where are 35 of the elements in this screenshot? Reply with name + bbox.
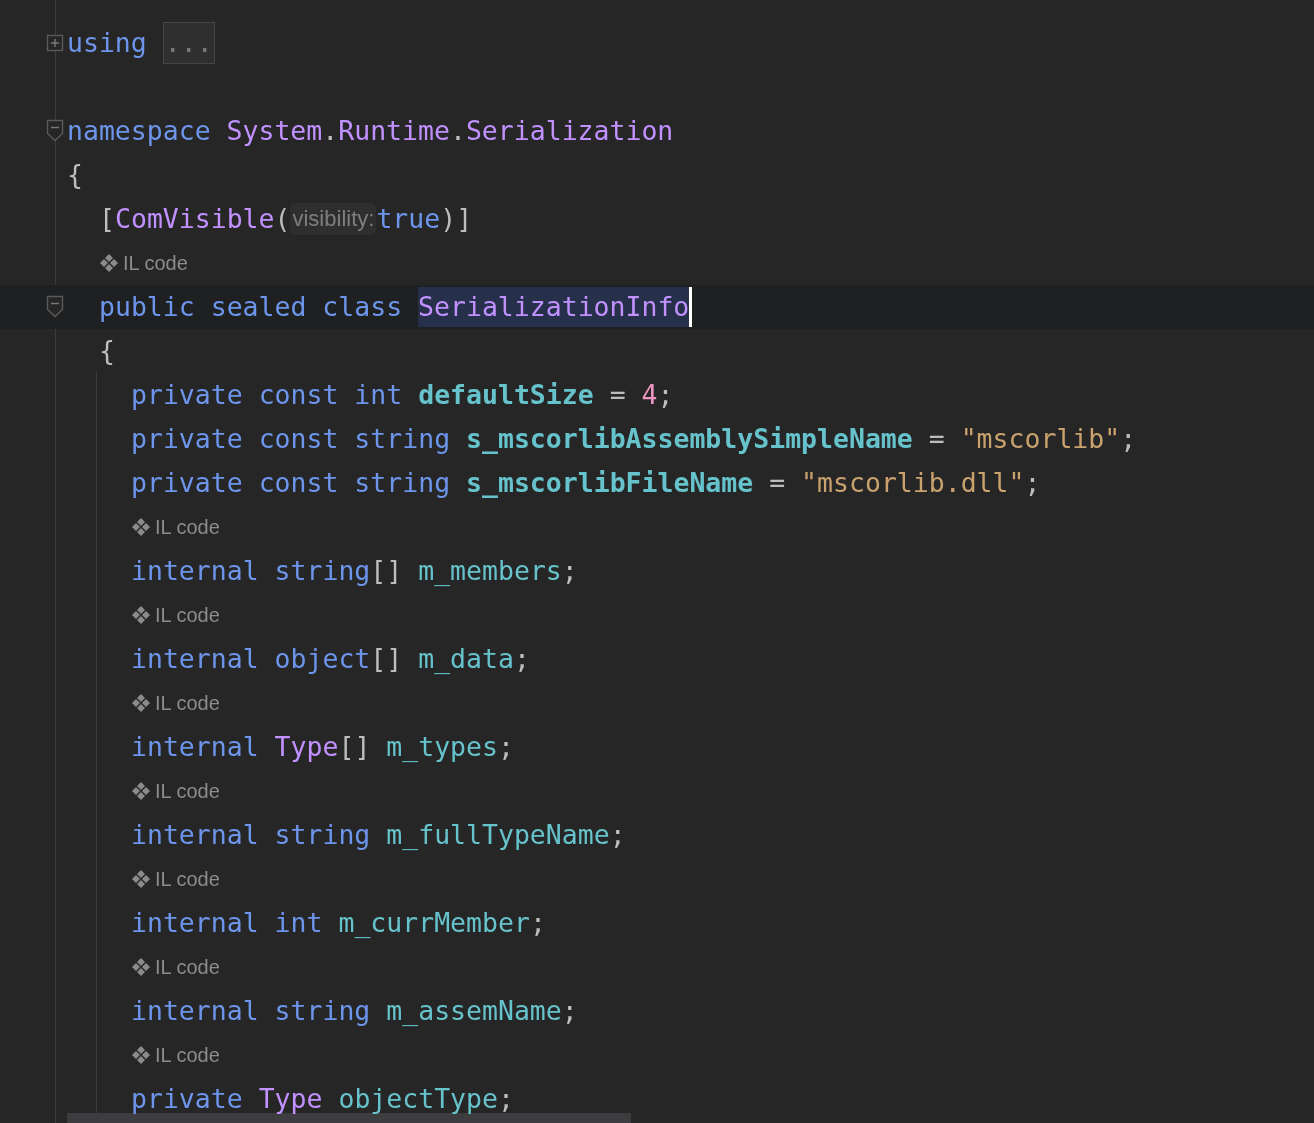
code-vision-link[interactable]: IL code <box>155 691 220 715</box>
four-diamonds-icon <box>131 605 151 625</box>
code-line: internal int m_currMember; <box>131 906 546 940</box>
code-vision-link[interactable]: IL code <box>155 515 220 539</box>
code-line: internal string[] m_members; <box>131 554 578 588</box>
code-line: internal string m_assemName; <box>131 994 578 1028</box>
four-diamonds-icon <box>131 957 151 977</box>
code-vision-link[interactable]: IL code <box>155 955 220 979</box>
code-line: internal object[] m_data; <box>131 642 530 676</box>
code-vision-link[interactable]: IL code <box>155 867 220 891</box>
fold-collapse-icon[interactable] <box>46 118 64 144</box>
code-line: internal string m_fullTypeName; <box>131 818 626 852</box>
fold-collapse-icon[interactable] <box>46 294 64 320</box>
code-line: namespace System.Runtime.Serialization <box>67 114 674 148</box>
four-diamonds-icon <box>99 253 119 273</box>
four-diamonds-icon <box>131 517 151 537</box>
code-vision-link[interactable]: IL code <box>155 779 220 803</box>
code-line: public sealed class SerializationInfo <box>99 287 693 327</box>
four-diamonds-icon <box>131 869 151 889</box>
code-vision-link[interactable]: IL code <box>155 603 220 627</box>
code-vision-link[interactable]: IL code <box>155 1043 220 1067</box>
code-line: internal Type[] m_types; <box>131 730 514 764</box>
code-line: using ... <box>67 22 215 64</box>
code-vision-link[interactable]: IL code <box>123 251 188 275</box>
horizontal-scrollbar[interactable] <box>67 1113 631 1123</box>
code-line: private const int defaultSize = 4; <box>131 378 674 412</box>
code-line: private const string s_mscorlibFileName = "mscorlib.dll"; <box>131 466 1041 500</box>
code-line: private Type objectType; <box>131 1082 514 1116</box>
four-diamonds-icon <box>131 1045 151 1065</box>
code-line: private const string s_mscorlibAssemblySimpleName = "mscorlib"; <box>131 422 1137 456</box>
code-line: [ComVisible(visibility:true)] <box>99 202 473 237</box>
four-diamonds-icon <box>131 781 151 801</box>
four-diamonds-icon <box>131 693 151 713</box>
code-line: { <box>99 334 115 368</box>
code-line: { <box>67 158 83 192</box>
